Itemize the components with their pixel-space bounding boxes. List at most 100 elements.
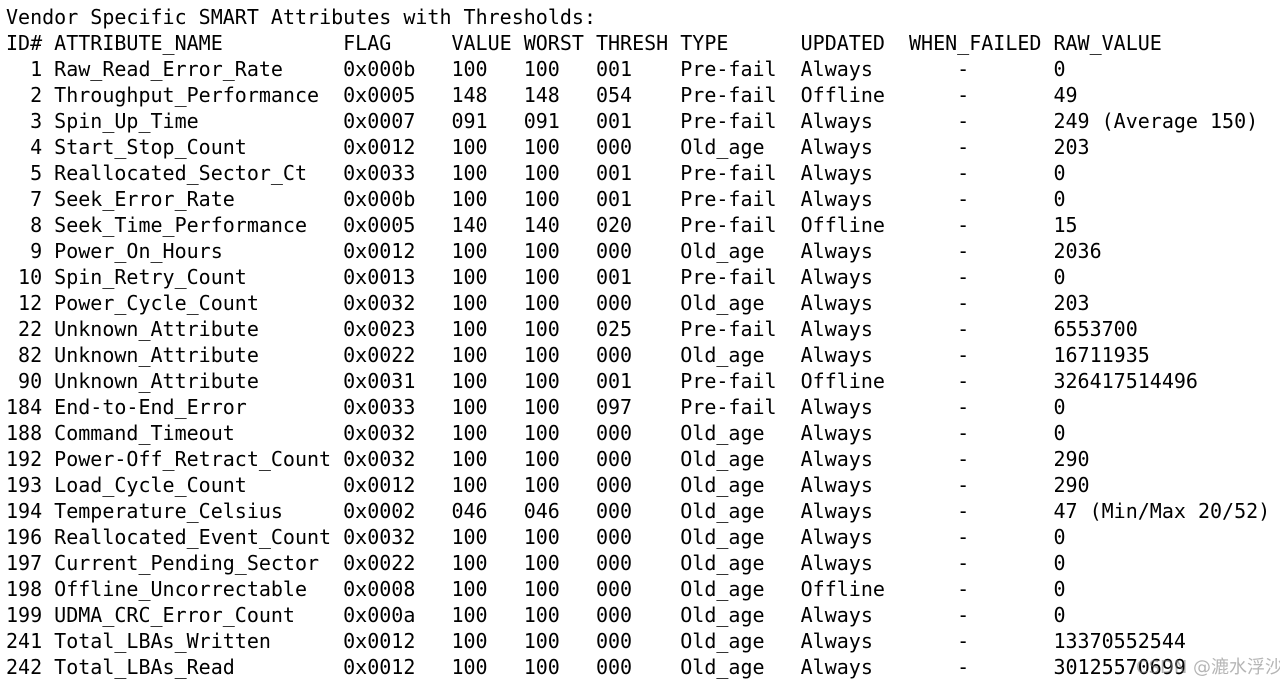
cell-when-failed: - [957, 135, 970, 159]
cell-worst: 100 [523, 57, 560, 81]
cell-id: 242 [6, 655, 43, 679]
cell-thresh: 097 [595, 395, 633, 419]
cell-updated: Always [800, 525, 873, 549]
cell-flag: 0x000b [343, 187, 416, 211]
table-row: 192 Power-Off_Retract_Count 0x0032 100 100 00… [6, 446, 1090, 472]
cell-thresh: 000 [595, 629, 633, 653]
cell-thresh: 000 [595, 655, 633, 679]
cell-updated: Always [800, 395, 873, 419]
cell-name: Unknown_Attribute [54, 343, 259, 367]
cell-raw: 49 [1053, 83, 1078, 107]
cell-worst: 100 [523, 291, 560, 315]
cell-updated: Always [800, 629, 873, 653]
cell-raw: 13370552544 [1053, 629, 1186, 653]
cell-id: 188 [6, 421, 43, 445]
cell-id: 194 [6, 499, 43, 523]
table-row: 199 UDMA_CRC_Error_Count 0x000a 100 100 000 Ol… [6, 602, 1066, 628]
cell-name: Raw_Read_Error_Rate [54, 57, 283, 81]
cell-flag: 0x0008 [343, 577, 416, 601]
cell-value: 100 [451, 265, 488, 289]
watermark: CSDN @漉水浮沙 [1136, 657, 1280, 678]
cell-id: 241 [6, 629, 43, 653]
cell-raw: 0 [1053, 577, 1066, 601]
cell-raw: 203 [1053, 135, 1090, 159]
cell-value: 100 [451, 551, 488, 575]
cell-value: 100 [451, 369, 488, 393]
cell-updated: Always [800, 109, 873, 133]
cell-raw: 249 (Average 150) [1053, 109, 1259, 133]
cell-worst: 100 [523, 369, 560, 393]
table-row: 194 Temperature_Celsius 0x0002 046 046 000 Old… [6, 498, 1270, 524]
cell-when-failed: - [957, 603, 970, 627]
cell-value: 100 [451, 343, 488, 367]
cell-when-failed: - [957, 343, 970, 367]
cell-worst: 100 [523, 395, 560, 419]
cell-name: Current_Pending_Sector [54, 551, 320, 575]
table-row: 241 Total_LBAs_Written 0x0012 100 100 000 Old_… [6, 628, 1186, 654]
cell-when-failed: - [957, 655, 970, 679]
cell-value: 100 [451, 629, 488, 653]
table-header: ID# ATTRIBUTE_NAME FLAG VALUE WORST THRESH TYP… [6, 30, 1162, 56]
cell-thresh: 000 [595, 343, 633, 367]
cell-when-failed: - [957, 57, 970, 81]
cell-when-failed: - [957, 239, 970, 263]
cell-raw: 0 [1053, 395, 1066, 419]
cell-raw: 15 [1053, 213, 1078, 237]
cell-when-failed: - [957, 213, 970, 237]
cell-flag: 0x0012 [343, 473, 416, 497]
cell-name: Power-Off_Retract_Count [54, 447, 332, 471]
cell-name: Seek_Time_Performance [54, 213, 308, 237]
cell-value: 100 [451, 291, 488, 315]
cell-type: Old_age [680, 525, 765, 549]
cell-value: 100 [451, 135, 488, 159]
cell-name: Throughput_Performance [54, 83, 320, 107]
cell-raw: 0 [1053, 265, 1066, 289]
cell-id: 193 [6, 473, 43, 497]
cell-raw: 0 [1053, 603, 1066, 627]
column-header: VALUE [451, 31, 512, 55]
cell-id: 12 [18, 291, 43, 315]
cell-worst: 100 [523, 161, 560, 185]
cell-value: 100 [451, 525, 488, 549]
cell-type: Old_age [680, 239, 765, 263]
column-header: WHEN_FAILED [909, 31, 1042, 55]
table-row: 10 Spin_Retry_Count 0x0013 100 100 001 Pre-fai… [6, 264, 1065, 290]
cell-updated: Always [800, 447, 873, 471]
cell-flag: 0x0023 [343, 317, 416, 341]
cell-when-failed: - [957, 473, 970, 497]
cell-id: 198 [6, 577, 43, 601]
cell-thresh: 001 [595, 369, 633, 393]
cell-id: 192 [6, 447, 43, 471]
column-header: ID# [6, 31, 43, 55]
cell-worst: 100 [523, 239, 560, 263]
cell-name: Spin_Up_Time [54, 109, 199, 133]
cell-type: Old_age [680, 603, 765, 627]
table-row: 193 Load_Cycle_Count 0x0012 100 100 000 Old_ag… [6, 472, 1090, 498]
cell-name: Seek_Error_Rate [54, 187, 235, 211]
cell-worst: 100 [523, 421, 560, 445]
cell-when-failed: - [957, 369, 970, 393]
cell-name: Spin_Retry_Count [54, 265, 247, 289]
cell-updated: Always [800, 421, 873, 445]
cell-thresh: 000 [595, 473, 633, 497]
cell-raw: 0 [1053, 187, 1066, 211]
cell-raw: 0 [1053, 525, 1066, 549]
cell-thresh: 000 [595, 551, 633, 575]
cell-thresh: 001 [595, 57, 633, 81]
cell-type: Old_age [680, 421, 765, 445]
cell-value: 100 [451, 317, 488, 341]
cell-type: Pre-fail [680, 83, 777, 107]
cell-thresh: 020 [595, 213, 633, 237]
table-row: 90 Unknown_Attribute 0x0031 100 100 001 Pre-fa… [6, 368, 1198, 394]
cell-type: Pre-fail [680, 265, 777, 289]
cell-worst: 140 [523, 213, 560, 237]
cell-value: 100 [451, 421, 488, 445]
cell-updated: Offline [800, 577, 885, 601]
cell-flag: 0x0032 [343, 291, 416, 315]
cell-flag: 0x0031 [343, 369, 416, 393]
cell-updated: Always [800, 187, 873, 211]
column-header: ATTRIBUTE_NAME [54, 31, 223, 55]
column-header: FLAG [343, 31, 392, 55]
cell-raw: 0 [1053, 421, 1066, 445]
attribute-table: 1 Raw_Read_Error_Rate 0x000b 100 100 001 Pre-f… [6, 56, 1270, 680]
